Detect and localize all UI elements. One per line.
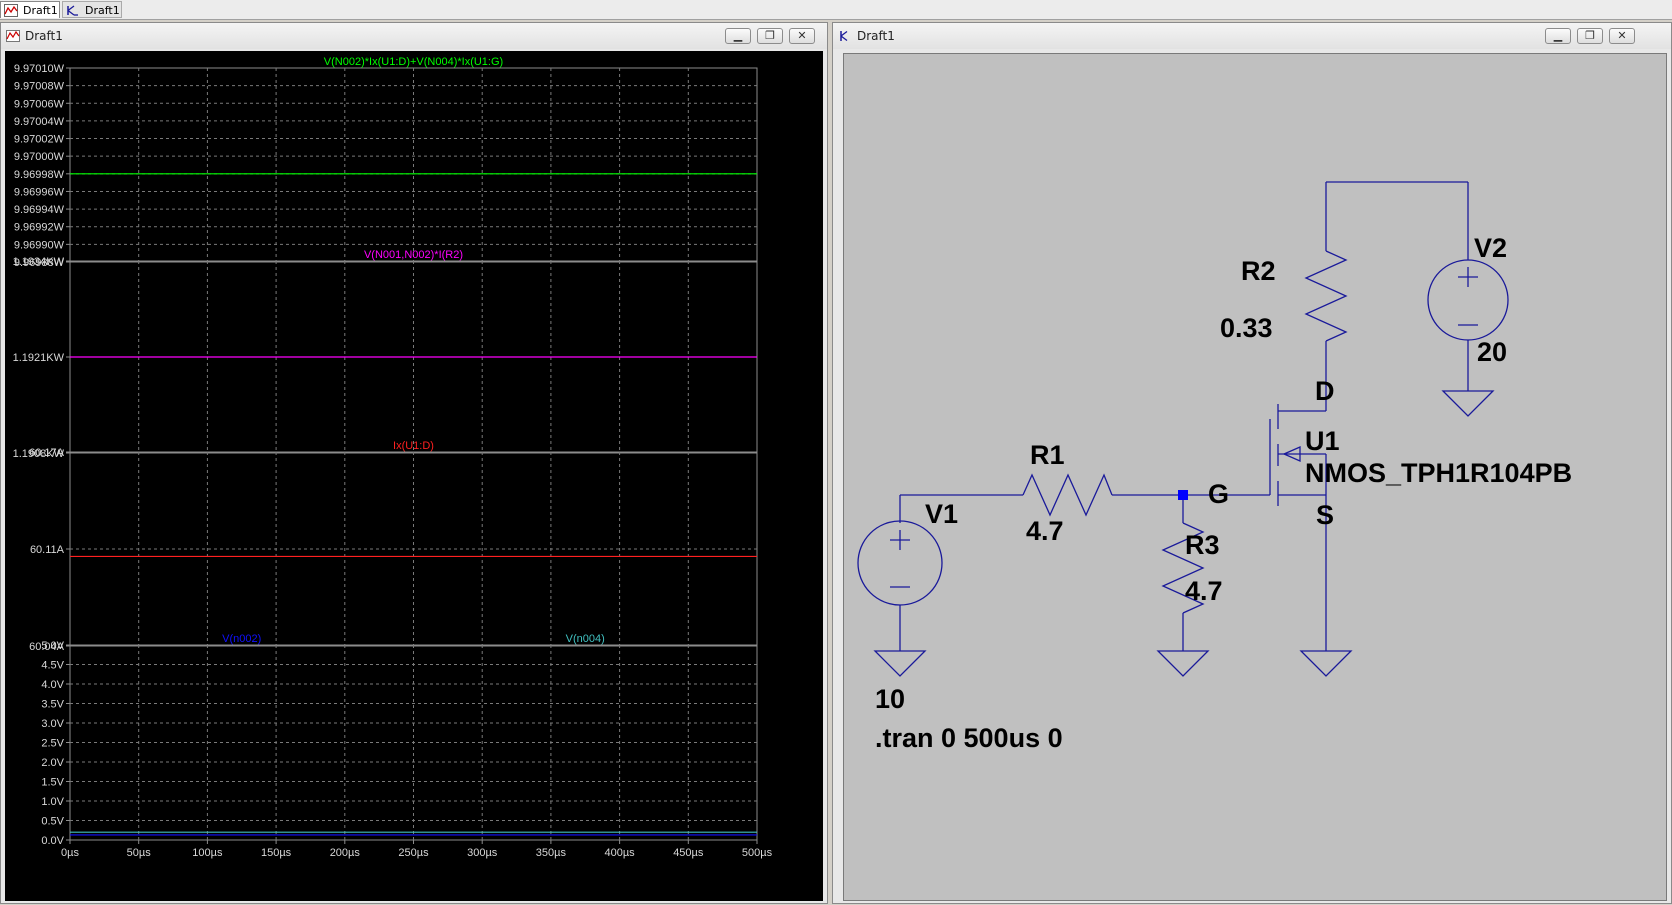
v1-label: V1 [925, 499, 958, 529]
y-tick-label: 1.5V [41, 777, 64, 789]
y-tick-label: 9.97008W [14, 81, 65, 93]
tab-waveform-draft1[interactable]: Draft1 [0, 1, 60, 18]
restore-button[interactable]: ❐ [1577, 28, 1603, 44]
y-tick-label: 9.96992W [14, 222, 65, 234]
u1-label: U1 [1305, 426, 1340, 456]
y-tick-label: 9.96994W [14, 204, 65, 216]
y-tick-label: 1.1934KW [13, 256, 65, 268]
y-tick-label: 2.0V [41, 757, 64, 769]
y-tick-label: 9.97004W [14, 116, 65, 128]
x-tick-label: 400µs [604, 847, 635, 859]
y-tick-label: 60.17A [29, 447, 65, 459]
pane-title: Ix(U1:D) [393, 440, 434, 452]
r2-label: R2 [1241, 256, 1276, 286]
y-tick-label: 9.97010W [14, 63, 65, 75]
resistor-r2[interactable] [1304, 250, 1348, 342]
pane-title: V(N002)*Ix(U1:D)+V(N004)*Ix(U1:G) [324, 56, 503, 68]
minimize-button[interactable]: ▁ [725, 28, 751, 44]
y-tick-label: 4.0V [41, 679, 64, 691]
x-tick-label: 0µs [61, 847, 79, 859]
waveform-window: Draft1 ▁ ❐ ✕ 9.97010W 9.97008W 9.97006W 9.9… [0, 22, 828, 904]
y-tick-label: 9.96990W [14, 239, 65, 251]
r2-value: 0.33 [1220, 313, 1273, 343]
tab-schematic-draft1[interactable]: Draft1 [62, 1, 122, 18]
y-tick-label: 9.97002W [14, 134, 65, 146]
y-tick-label: 60.11A [30, 544, 65, 556]
r3-label: R3 [1185, 530, 1220, 560]
y-tick-label: 3.5V [41, 699, 64, 711]
trace-legend-label: V(n004) [566, 633, 605, 645]
ground-symbol [1441, 390, 1495, 417]
y-tick-label: 9.96998W [14, 169, 65, 181]
gate-node-junction [1178, 490, 1188, 500]
waveform-window-titlebar[interactable]: Draft1 ▁ ❐ ✕ [1, 23, 827, 49]
schematic-window: Draft1 ▁ ❐ ✕ V1 10 R1 4.7 R3 4.7 R2 0.33… [832, 22, 1672, 904]
waveform-plot-svg: 9.97010W 9.97008W 9.97006W 9.97004W 9.97002W… [13, 56, 773, 859]
y-tick-label: 9.96996W [14, 186, 65, 198]
x-tick-label: 450µs [673, 847, 704, 859]
spice-directive[interactable]: .tran 0 500us 0 [875, 723, 1063, 753]
x-tick-label: 300µs [467, 847, 498, 859]
v2-label: V2 [1474, 233, 1507, 263]
schematic-icon [67, 5, 78, 16]
y-tick-label: 3.0V [41, 718, 64, 730]
window-tab-bar: Draft1 Draft1 [0, 0, 1672, 20]
x-tick-label: 350µs [536, 847, 567, 859]
ground-symbol [873, 650, 927, 677]
mosfet-gate-pin: G [1208, 479, 1229, 509]
y-tick-label: 0.5V [41, 816, 64, 828]
schematic-canvas[interactable]: V1 10 R1 4.7 R3 4.7 R2 0.33 V2 20 D G S … [843, 53, 1667, 901]
waveform-plot-area[interactable]: 9.97010W 9.97008W 9.97006W 9.97004W 9.97002W… [5, 51, 823, 901]
x-tick-label: 50µs [127, 847, 152, 859]
y-tick-label: 4.5V [41, 660, 64, 672]
schematic-svg: V1 10 R1 4.7 R3 4.7 R2 0.33 V2 20 D G S … [857, 181, 1572, 753]
y-tick-label: 5.0V [41, 640, 64, 652]
tab-label: Draft1 [23, 4, 58, 17]
x-tick-label: 200µs [330, 847, 361, 859]
schematic-icon [840, 30, 848, 42]
y-tick-label: 1.0V [41, 796, 64, 808]
mosfet-drain-pin: D [1315, 376, 1335, 406]
tab-label: Draft1 [85, 4, 120, 17]
window-title: Draft1 [857, 29, 895, 43]
y-tick-label: 1.1921KW [13, 352, 65, 364]
v1-value: 10 [875, 684, 905, 714]
minimize-button[interactable]: ▁ [1545, 28, 1571, 44]
r1-value: 4.7 [1026, 516, 1064, 546]
close-button[interactable]: ✕ [789, 28, 815, 44]
mosfet-source-pin: S [1316, 500, 1334, 530]
x-tick-label: 500µs [742, 847, 773, 859]
waveform-icon [6, 30, 20, 42]
ground-symbol [1156, 650, 1210, 677]
v2-value: 20 [1477, 337, 1507, 367]
ground-symbol [1299, 650, 1353, 677]
y-tick-label: 0.0V [41, 835, 64, 847]
close-button[interactable]: ✕ [1609, 28, 1635, 44]
r3-value: 4.7 [1185, 576, 1223, 606]
waveform-icon [4, 4, 18, 17]
y-tick-label: 2.5V [41, 738, 64, 750]
pane-title: V(N001,N002)*I(R2) [364, 249, 463, 261]
x-tick-label: 150µs [261, 847, 292, 859]
y-tick-label: 9.97000W [14, 151, 65, 163]
trace-legend-label: V(n002) [222, 633, 261, 645]
r1-label: R1 [1030, 440, 1065, 470]
resistor-r1[interactable] [1022, 473, 1113, 517]
y-tick-label: 9.97006W [14, 98, 65, 110]
u1-model: NMOS_TPH1R104PB [1305, 458, 1572, 488]
x-tick-label: 250µs [398, 847, 429, 859]
restore-button[interactable]: ❐ [757, 28, 783, 44]
x-tick-label: 100µs [192, 847, 223, 859]
window-title: Draft1 [25, 29, 63, 43]
schematic-window-titlebar[interactable]: Draft1 ▁ ❐ ✕ [833, 23, 1671, 49]
